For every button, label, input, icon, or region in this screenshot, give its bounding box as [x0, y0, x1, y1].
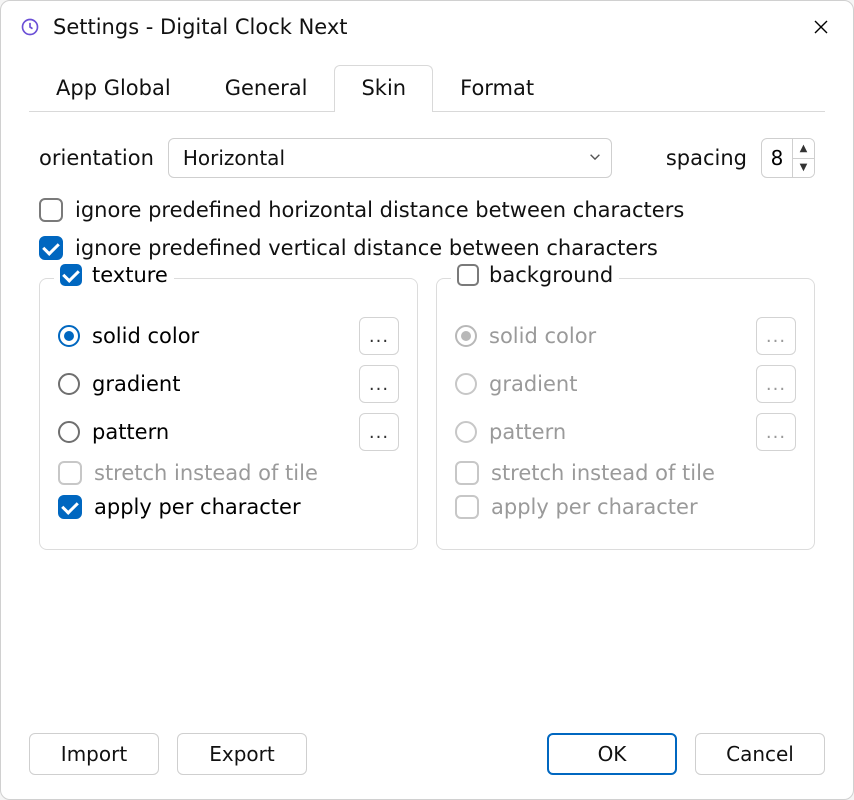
background-stretch-label: stretch instead of tile: [491, 461, 796, 485]
group-row: texture solid color ... gradient ...: [39, 278, 815, 550]
texture-legend-label: texture: [92, 263, 168, 287]
background-apply-per-char-checkbox: [455, 495, 479, 519]
texture-solid-label: solid color: [92, 324, 347, 348]
window-title: Settings - Digital Clock Next: [53, 15, 793, 39]
orientation-label: orientation: [39, 146, 154, 170]
background-gradient-row: gradient ...: [455, 365, 796, 403]
texture-apply-per-char-checkbox[interactable]: [58, 495, 82, 519]
background-pattern-radio: [455, 421, 477, 443]
background-legend-label: background: [489, 263, 613, 287]
background-solid-radio: [455, 325, 477, 347]
texture-pattern-more-button[interactable]: ...: [359, 413, 399, 451]
texture-gradient-radio[interactable]: [58, 373, 80, 395]
spacing-spinner[interactable]: ▲ ▼: [761, 138, 815, 178]
texture-apply-per-char-row: apply per character: [58, 495, 399, 519]
tab-format[interactable]: Format: [433, 65, 561, 112]
tabs: App Global General Skin Format: [29, 65, 825, 112]
texture-stretch-label: stretch instead of tile: [94, 461, 399, 485]
settings-window: Settings - Digital Clock Next App Global…: [0, 0, 854, 800]
background-stretch-row: stretch instead of tile: [455, 461, 796, 485]
clock-icon: [19, 16, 41, 38]
close-button[interactable]: [805, 11, 837, 43]
background-pattern-more-button: ...: [756, 413, 796, 451]
texture-pattern-label: pattern: [92, 420, 347, 444]
tab-panel-skin: orientation Horizontal spacing ▲ ▼: [29, 112, 825, 713]
tab-skin[interactable]: Skin: [334, 65, 433, 112]
texture-legend: texture: [54, 263, 174, 287]
spacing-up-button[interactable]: ▲: [793, 139, 814, 159]
texture-stretch-checkbox: [58, 461, 82, 485]
cancel-button[interactable]: Cancel: [695, 733, 825, 775]
texture-gradient-more-button[interactable]: ...: [359, 365, 399, 403]
tab-app-global[interactable]: App Global: [29, 65, 198, 112]
ok-button[interactable]: OK: [547, 733, 677, 775]
ignore-horizontal-checkbox[interactable]: [39, 198, 63, 222]
background-pattern-row: pattern ...: [455, 413, 796, 451]
texture-solid-row: solid color ...: [58, 317, 399, 355]
texture-pattern-radio[interactable]: [58, 421, 80, 443]
texture-enable-checkbox[interactable]: [60, 264, 82, 286]
texture-solid-radio[interactable]: [58, 325, 80, 347]
ignore-horizontal-row: ignore predefined horizontal distance be…: [39, 198, 815, 222]
texture-group: texture solid color ... gradient ...: [39, 278, 418, 550]
texture-gradient-row: gradient ...: [58, 365, 399, 403]
background-solid-label: solid color: [489, 324, 744, 348]
texture-stretch-row: stretch instead of tile: [58, 461, 399, 485]
texture-apply-per-char-label: apply per character: [94, 495, 399, 519]
orientation-select[interactable]: Horizontal: [168, 138, 612, 178]
import-button[interactable]: Import: [29, 733, 159, 775]
close-icon: [813, 19, 829, 35]
background-solid-more-button: ...: [756, 317, 796, 355]
background-pattern-label: pattern: [489, 420, 744, 444]
background-legend: background: [451, 263, 619, 287]
orientation-value: Horizontal: [183, 146, 285, 170]
titlebar: Settings - Digital Clock Next: [1, 1, 853, 49]
background-apply-per-char-row: apply per character: [455, 495, 796, 519]
footer: Import Export OK Cancel: [1, 733, 853, 799]
tab-general[interactable]: General: [198, 65, 335, 112]
background-gradient-more-button: ...: [756, 365, 796, 403]
background-solid-row: solid color ...: [455, 317, 796, 355]
ignore-horizontal-label: ignore predefined horizontal distance be…: [75, 198, 684, 222]
ignore-vertical-checkbox[interactable]: [39, 236, 63, 260]
spacing-down-button[interactable]: ▼: [793, 159, 814, 178]
background-gradient-label: gradient: [489, 372, 744, 396]
ignore-vertical-label: ignore predefined vertical distance betw…: [75, 236, 658, 260]
background-group: background solid color ... gradient ...: [436, 278, 815, 550]
content-area: App Global General Skin Format orientati…: [1, 49, 853, 733]
ignore-vertical-row: ignore predefined vertical distance betw…: [39, 236, 815, 260]
spacing-input[interactable]: [762, 146, 792, 170]
background-enable-checkbox[interactable]: [457, 264, 479, 286]
spacing-label: spacing: [666, 146, 747, 170]
background-stretch-checkbox: [455, 461, 479, 485]
texture-gradient-label: gradient: [92, 372, 347, 396]
texture-pattern-row: pattern ...: [58, 413, 399, 451]
background-gradient-radio: [455, 373, 477, 395]
orientation-row: orientation Horizontal spacing ▲ ▼: [39, 138, 815, 178]
export-button[interactable]: Export: [177, 733, 307, 775]
texture-solid-more-button[interactable]: ...: [359, 317, 399, 355]
background-apply-per-char-label: apply per character: [491, 495, 796, 519]
